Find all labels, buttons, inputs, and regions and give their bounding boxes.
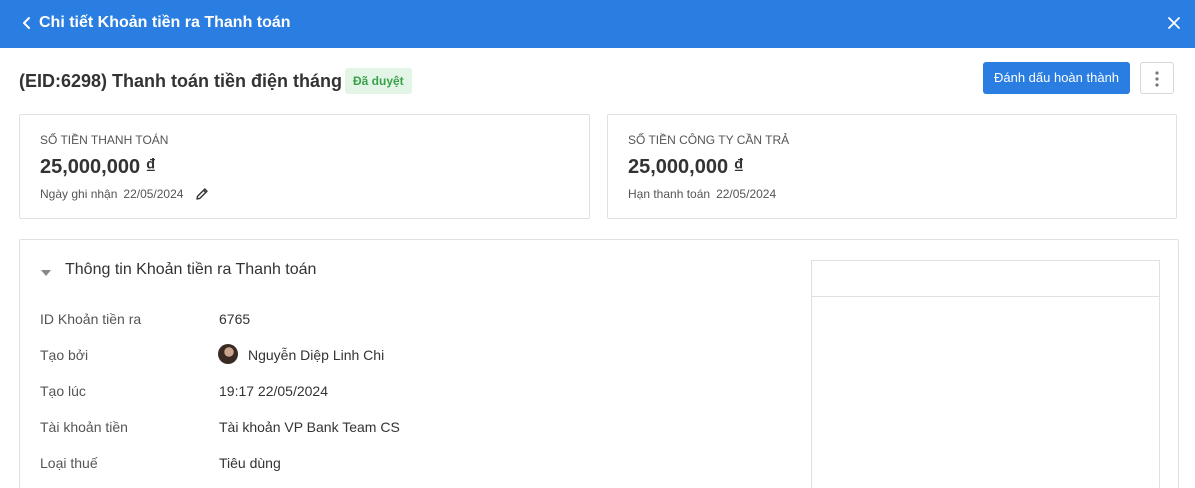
creator-name[interactable]: Nguyễn Diệp Linh Chi [248,347,384,363]
payment-amount-label: SỐ TIỀN THANH TOÁN [40,133,169,147]
company-due-label: SỐ TIỀN CÔNG TY CẦN TRẢ [628,133,790,147]
side-panel-header [812,261,1159,297]
caret-down-icon [41,270,51,276]
more-options-button[interactable] [1140,62,1174,94]
field-value: Tiêu dùng [219,455,281,471]
company-due-card: SỐ TIỀN CÔNG TY CẦN TRẢ 25,000,000 ₫ Hạn… [607,114,1177,219]
field-value: 6765 [219,311,251,327]
side-panel-box [811,260,1160,488]
field-label: ID Khoản tiền ra [40,311,142,327]
payment-amount-value: 25,000,000 ₫ [40,156,156,178]
page-title: (EID:6298) Thanh toán tiền điện tháng 4 [19,71,358,91]
more-vertical-icon [1155,71,1159,87]
mark-complete-button[interactable]: Đánh dấu hoàn thành [983,62,1130,94]
due-date: Hạn thanh toán 22/05/2024 [628,187,776,201]
pencil-icon [196,188,208,200]
field-label: Loại thuế [40,455,98,471]
field-label: Tạo bởi [40,347,89,363]
record-date: Ngày ghi nhận 22/05/2024 [40,187,183,201]
close-button[interactable] [1164,13,1184,33]
status-badge: Đã duyệt [345,68,412,94]
avatar [218,344,238,364]
info-panel: Thông tin Khoản tiền ra Thanh toán ID Kh… [19,239,1179,488]
record-date-value: 22/05/2024 [123,187,184,201]
section-title: Thông tin Khoản tiền ra Thanh toán [65,261,317,278]
close-icon [1168,17,1180,29]
field-value: 19:17 22/05/2024 [219,383,328,399]
record-date-label: Ngày ghi nhận [40,187,118,201]
edit-date-button[interactable] [194,186,210,202]
header-bar: Chi tiết Khoản tiền ra Thanh toán [0,0,1195,48]
field-value: Tài khoản VP Bank Team CS [219,419,400,435]
chevron-left-icon [23,17,30,29]
section-collapse-toggle[interactable] [40,265,52,276]
due-date-label: Hạn thanh toán [628,187,711,201]
field-label: Tạo lúc [40,383,86,399]
dialog-title: Chi tiết Khoản tiền ra Thanh toán [39,14,291,31]
payment-amount-card: SỐ TIỀN THANH TOÁN 25,000,000 ₫ Ngày ghi… [19,114,590,219]
field-label: Tài khoản tiền [40,419,128,435]
company-due-value: 25,000,000 ₫ [628,156,744,178]
back-button[interactable] [18,12,36,34]
due-date-value: 22/05/2024 [716,187,777,201]
